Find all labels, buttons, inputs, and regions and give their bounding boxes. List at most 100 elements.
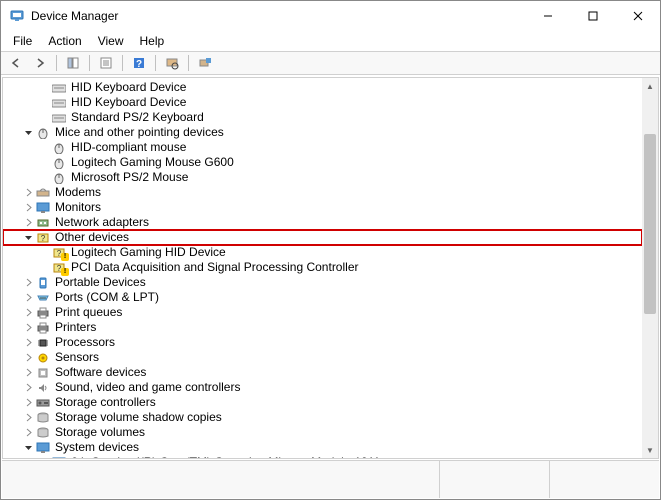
scroll-thumb[interactable]	[644, 134, 656, 314]
tree-item-hid-keyboard[interactable]: HID Keyboard Device	[3, 95, 642, 110]
tree-item-label: PCI Data Acquisition and Signal Processi…	[71, 260, 358, 275]
scroll-track[interactable]	[642, 94, 658, 442]
tree-category-portable-devices[interactable]: Portable Devices	[3, 275, 642, 290]
processor-icon	[35, 336, 51, 350]
chevron-right-icon[interactable]	[21, 216, 35, 230]
tree-category-storage-controllers[interactable]: Storage controllers	[3, 395, 642, 410]
tree-category-printers[interactable]: Printers	[3, 320, 642, 335]
chevron-right-icon[interactable]	[21, 306, 35, 320]
toolbar-separator	[122, 55, 123, 71]
toolbar-separator	[155, 55, 156, 71]
software-device-icon	[35, 366, 51, 380]
tree-item-hid-mouse[interactable]: HID-compliant mouse	[3, 140, 642, 155]
tree-item-logitech-hid[interactable]: ? Logitech Gaming HID Device	[3, 245, 642, 260]
show-hide-tree-button[interactable]	[62, 53, 84, 73]
chevron-right-icon[interactable]	[21, 276, 35, 290]
mouse-icon	[51, 171, 67, 185]
scroll-up-button[interactable]: ▲	[642, 78, 658, 94]
tree-item-label: Standard PS/2 Keyboard	[71, 110, 204, 125]
chevron-down-icon[interactable]	[21, 441, 35, 455]
chevron-right-icon[interactable]	[21, 321, 35, 335]
scroll-down-button[interactable]: ▼	[642, 442, 658, 458]
tree-category-sensors[interactable]: Sensors	[3, 350, 642, 365]
mouse-icon	[51, 141, 67, 155]
tree-item-ms-ps2-mouse[interactable]: Microsoft PS/2 Mouse	[3, 170, 642, 185]
storage-volume-icon	[35, 411, 51, 425]
tree-category-modems[interactable]: Modems	[3, 185, 642, 200]
svg-text:?: ?	[57, 249, 62, 258]
tree-category-storage-vol-shadow[interactable]: Storage volume shadow copies	[3, 410, 642, 425]
chevron-right-icon[interactable]	[21, 381, 35, 395]
titlebar: Device Manager	[1, 1, 660, 31]
storage-volume-icon	[35, 426, 51, 440]
portable-device-icon	[35, 276, 51, 290]
minimize-button[interactable]	[525, 1, 570, 31]
unknown-device-icon: ?	[51, 246, 67, 260]
tree-category-software-devices[interactable]: Software devices	[3, 365, 642, 380]
device-tree[interactable]: HID Keyboard Device HID Keyboard Device …	[3, 78, 642, 458]
vertical-scrollbar[interactable]: ▲ ▼	[642, 78, 658, 458]
tree-item-logitech-g600[interactable]: Logitech Gaming Mouse G600	[3, 155, 642, 170]
tree-category-storage-volumes[interactable]: Storage volumes	[3, 425, 642, 440]
tree-item-pci-data-acq[interactable]: ? PCI Data Acquisition and Signal Proces…	[3, 260, 642, 275]
tree-item-label: Other devices	[55, 230, 129, 245]
sound-icon	[35, 381, 51, 395]
tree-item-label: Portable Devices	[55, 275, 146, 290]
forward-button[interactable]	[29, 53, 51, 73]
window-title: Device Manager	[31, 9, 118, 23]
chevron-right-icon[interactable]	[21, 201, 35, 215]
status-cell	[2, 461, 440, 498]
maximize-button[interactable]	[570, 1, 615, 31]
storage-controller-icon	[35, 396, 51, 410]
tree-item-label: HID-compliant mouse	[71, 140, 186, 155]
chevron-down-icon[interactable]	[21, 126, 35, 140]
tree-category-network-adapters[interactable]: Network adapters	[3, 215, 642, 230]
tree-category-print-queues[interactable]: Print queues	[3, 305, 642, 320]
properties-button[interactable]	[95, 53, 117, 73]
help-button[interactable]: ?	[128, 53, 150, 73]
statusbar	[2, 460, 659, 498]
chevron-down-icon[interactable]	[21, 231, 35, 245]
chevron-right-icon[interactable]	[21, 366, 35, 380]
chevron-right-icon[interactable]	[21, 351, 35, 365]
tree-item-label: Storage volumes	[55, 425, 145, 440]
tree-item-intel-gmm[interactable]: 6th Gen Intel(R) Core(TM) Gaussian Mixtu…	[3, 455, 642, 458]
menu-view[interactable]: View	[90, 32, 132, 50]
menu-file[interactable]: File	[5, 32, 40, 50]
menu-help[interactable]: Help	[132, 32, 173, 50]
tree-item-hid-keyboard[interactable]: HID Keyboard Device	[3, 80, 642, 95]
scan-hardware-button[interactable]	[161, 53, 183, 73]
chevron-right-icon[interactable]	[21, 411, 35, 425]
tree-item-ps2-keyboard[interactable]: Standard PS/2 Keyboard	[3, 110, 642, 125]
network-icon	[35, 216, 51, 230]
toolbar: ?	[1, 51, 660, 75]
tree-category-mice[interactable]: Mice and other pointing devices	[3, 125, 642, 140]
menu-action[interactable]: Action	[40, 32, 89, 50]
chevron-right-icon[interactable]	[21, 426, 35, 440]
system-device-icon	[35, 441, 51, 455]
tree-item-label: Logitech Gaming HID Device	[71, 245, 226, 260]
close-button[interactable]	[615, 1, 660, 31]
app-icon	[9, 8, 25, 24]
tree-item-label: Storage controllers	[55, 395, 156, 410]
sensor-icon	[35, 351, 51, 365]
chevron-right-icon[interactable]	[21, 336, 35, 350]
chevron-right-icon[interactable]	[21, 291, 35, 305]
monitor-icon	[35, 201, 51, 215]
tree-category-processors[interactable]: Processors	[3, 335, 642, 350]
svg-text:?: ?	[57, 264, 62, 273]
tree-category-ports[interactable]: Ports (COM & LPT)	[3, 290, 642, 305]
status-cell	[550, 461, 659, 498]
tree-item-label: Monitors	[55, 200, 101, 215]
keyboard-icon	[51, 111, 67, 125]
back-button[interactable]	[5, 53, 27, 73]
chevron-right-icon[interactable]	[21, 396, 35, 410]
tree-category-monitors[interactable]: Monitors	[3, 200, 642, 215]
chevron-right-icon[interactable]	[21, 186, 35, 200]
add-legacy-hardware-button[interactable]	[194, 53, 216, 73]
tree-category-sound-video-game[interactable]: Sound, video and game controllers	[3, 380, 642, 395]
tree-category-system-devices[interactable]: System devices	[3, 440, 642, 455]
unknown-device-icon: ?	[51, 261, 67, 275]
tree-container: HID Keyboard Device HID Keyboard Device …	[2, 77, 659, 459]
tree-category-other-devices[interactable]: ? Other devices	[3, 230, 642, 245]
